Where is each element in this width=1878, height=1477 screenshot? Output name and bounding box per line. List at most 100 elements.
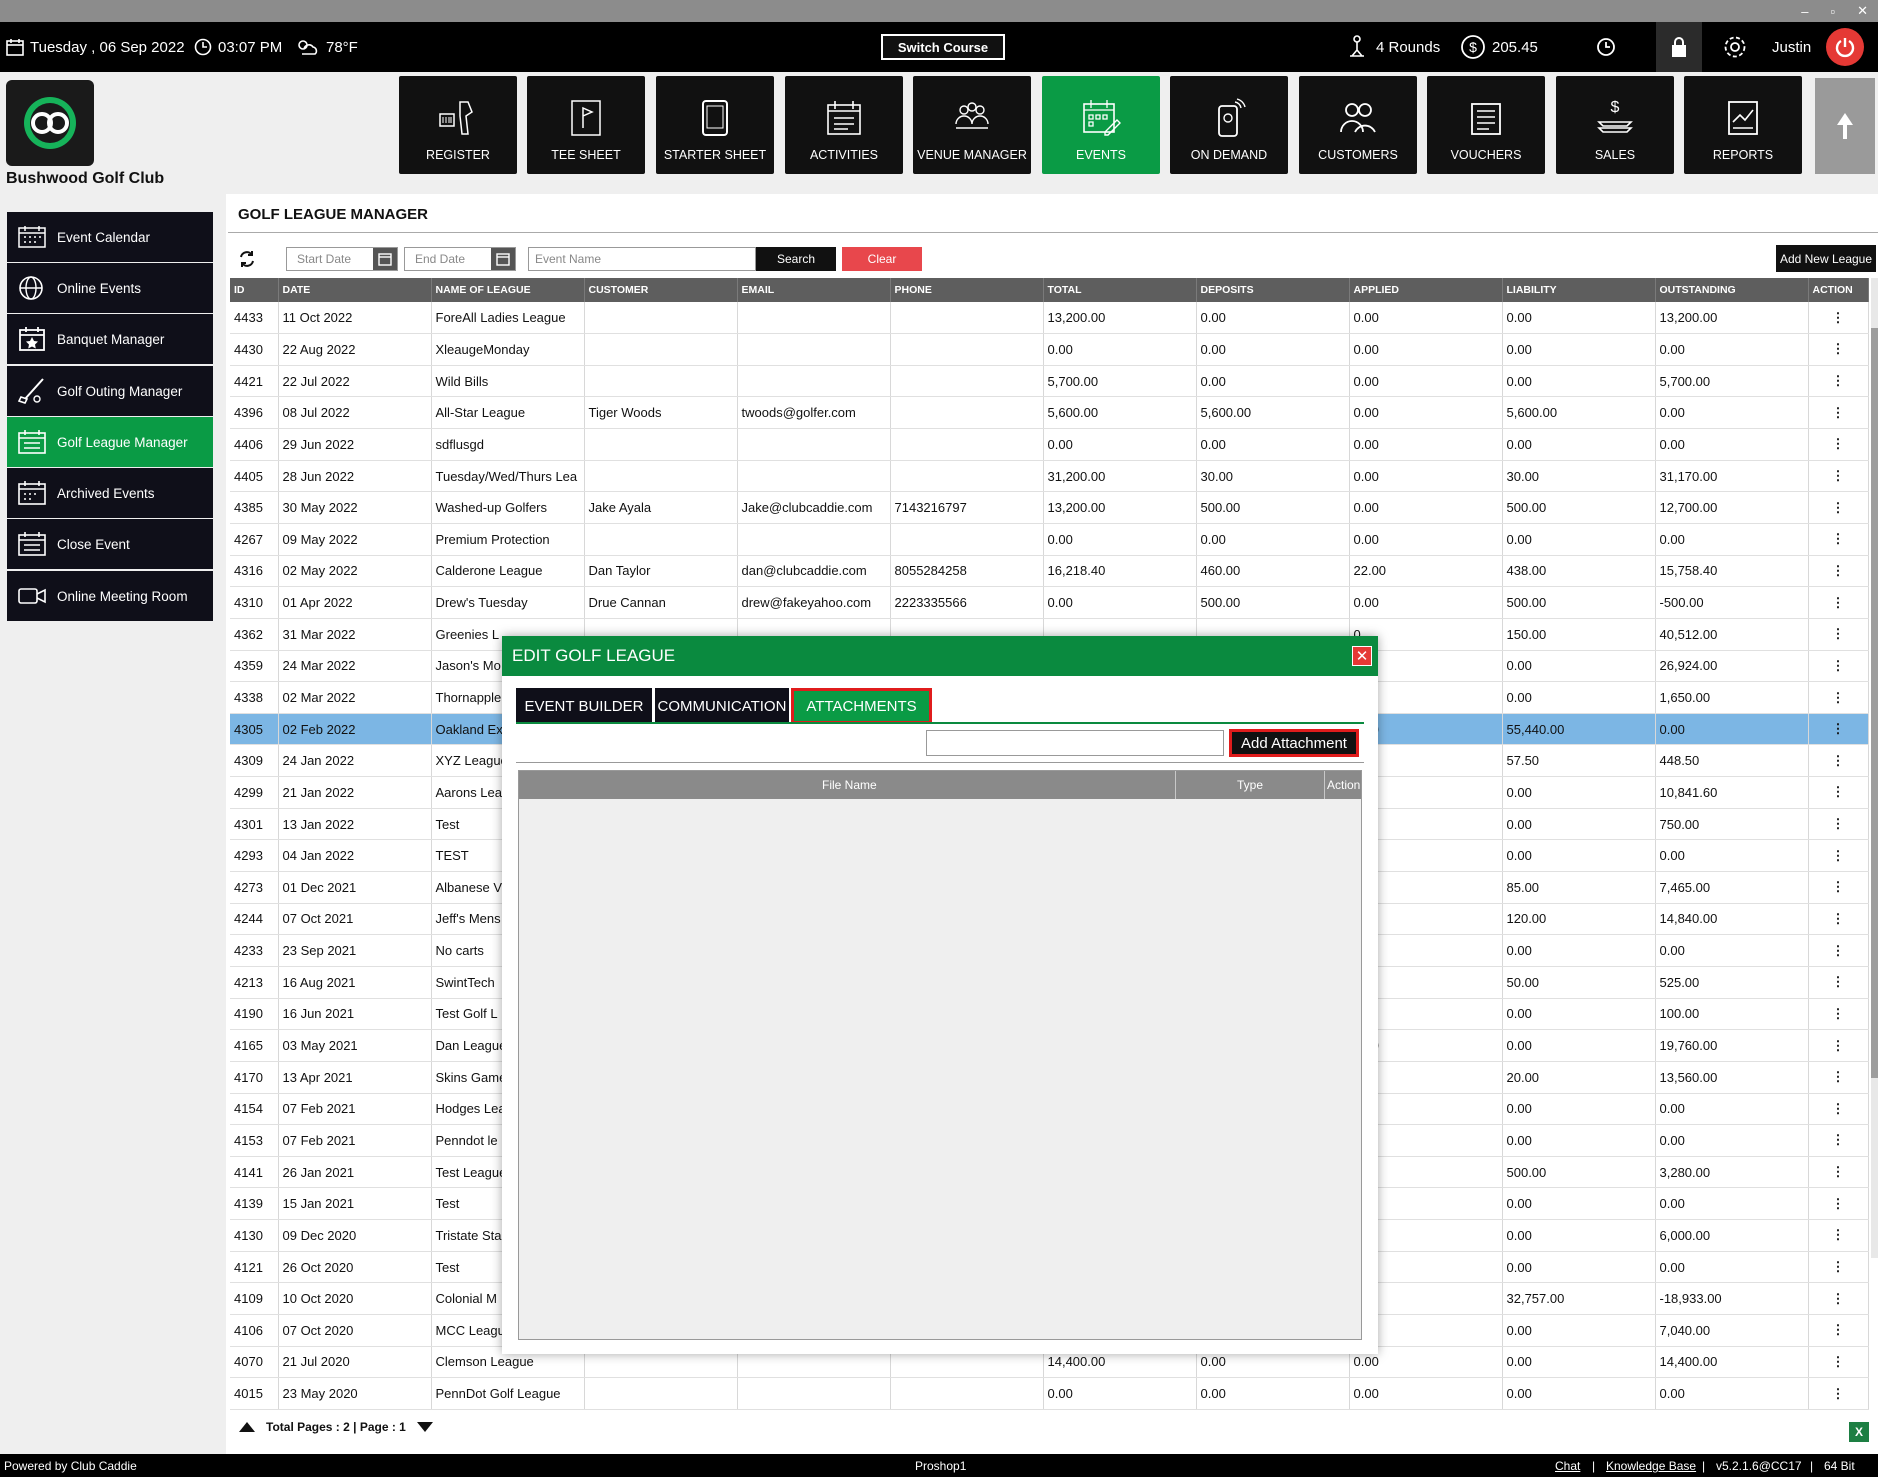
row-action-menu-icon[interactable]: ⋮ bbox=[1808, 1093, 1869, 1126]
add-attachment-button[interactable]: Add Attachment bbox=[1229, 729, 1359, 757]
row-action-menu-icon[interactable]: ⋮ bbox=[1808, 839, 1869, 873]
sidebar-item-event-calendar[interactable]: Event Calendar bbox=[7, 212, 213, 262]
rounds-display[interactable]: 4 Rounds bbox=[1344, 22, 1440, 72]
end-date-input[interactable]: End Date bbox=[404, 247, 516, 271]
sidebar-item-banquet-manager[interactable]: Banquet Manager bbox=[7, 314, 213, 364]
attachment-file-input[interactable] bbox=[926, 730, 1224, 756]
row-action-menu-icon[interactable]: ⋮ bbox=[1808, 1346, 1869, 1379]
tab-event-builder[interactable]: EVENT BUILDER bbox=[516, 688, 652, 724]
row-action-menu-icon[interactable]: ⋮ bbox=[1808, 365, 1869, 398]
table-row[interactable]: 4405 28 Jun 2022 Tuesday/Wed/Thurs Lea 31,2… bbox=[230, 460, 1869, 493]
nav-on-demand[interactable]: ON DEMAND bbox=[1170, 76, 1288, 174]
table-row[interactable]: 4310 01 Apr 2022 Drew's Tuesday Drue Cannan… bbox=[230, 586, 1869, 619]
row-action-menu-icon[interactable]: ⋮ bbox=[1808, 1282, 1869, 1315]
table-row[interactable]: 4015 23 May 2020 PennDot Golf League 0.00 0.… bbox=[230, 1377, 1869, 1410]
switch-course-button[interactable]: Switch Course bbox=[881, 34, 1005, 60]
column-header[interactable]: ACTION bbox=[1808, 278, 1869, 302]
row-action-menu-icon[interactable]: ⋮ bbox=[1808, 871, 1869, 904]
table-row[interactable]: 4385 30 May 2022 Washed-up Golfers Jake Aya… bbox=[230, 491, 1869, 524]
column-header[interactable]: DATE bbox=[278, 278, 432, 302]
row-action-menu-icon[interactable]: ⋮ bbox=[1808, 966, 1869, 999]
column-header[interactable]: DEPOSITS bbox=[1196, 278, 1350, 302]
event-name-input[interactable]: Event Name bbox=[528, 247, 756, 271]
sidebar-item-golf-outing-manager[interactable]: Golf Outing Manager bbox=[7, 366, 213, 416]
row-action-menu-icon[interactable]: ⋮ bbox=[1808, 618, 1869, 651]
close-window-icon[interactable]: ✕ bbox=[1857, 3, 1868, 19]
table-row[interactable]: 4421 22 Jul 2022 Wild Bills 5,700.00 0.00 0.0… bbox=[230, 365, 1869, 398]
row-action-menu-icon[interactable]: ⋮ bbox=[1808, 1377, 1869, 1410]
row-action-menu-icon[interactable]: ⋮ bbox=[1808, 1061, 1869, 1094]
sidebar-item-online-meeting-room[interactable]: Online Meeting Room bbox=[7, 571, 213, 621]
row-action-menu-icon[interactable]: ⋮ bbox=[1808, 744, 1869, 778]
excel-export-icon[interactable]: X bbox=[1849, 1422, 1869, 1442]
column-header[interactable]: OUTSTANDING bbox=[1655, 278, 1809, 302]
calendar-picker-icon[interactable] bbox=[373, 248, 397, 270]
row-action-menu-icon[interactable]: ⋮ bbox=[1808, 555, 1869, 588]
row-action-menu-icon[interactable]: ⋮ bbox=[1808, 1124, 1869, 1157]
table-scrollbar[interactable] bbox=[1871, 278, 1878, 1258]
scroll-up-button[interactable] bbox=[1815, 78, 1875, 174]
page-prev-icon[interactable] bbox=[238, 1421, 256, 1433]
nav-reports[interactable]: REPORTS bbox=[1684, 76, 1802, 174]
row-action-menu-icon[interactable]: ⋮ bbox=[1808, 776, 1869, 809]
refresh-icon[interactable] bbox=[238, 250, 256, 268]
column-header[interactable]: ID bbox=[230, 278, 279, 302]
row-action-menu-icon[interactable]: ⋮ bbox=[1808, 1187, 1869, 1221]
logout-button[interactable] bbox=[1826, 28, 1864, 66]
nav-activities[interactable]: ACTIVITIES bbox=[785, 76, 903, 174]
calendar-picker-icon[interactable] bbox=[491, 248, 515, 270]
table-row[interactable]: 4316 02 May 2022 Calderone League Dan Taylo… bbox=[230, 555, 1869, 588]
column-header[interactable]: LIABILITY bbox=[1502, 278, 1656, 302]
tab-attachments[interactable]: ATTACHMENTS bbox=[791, 688, 932, 724]
nav-venue-manager[interactable]: VENUE MANAGER bbox=[913, 76, 1031, 174]
sidebar-item-close-event[interactable]: Close Event bbox=[7, 519, 213, 569]
row-action-menu-icon[interactable]: ⋮ bbox=[1808, 1156, 1869, 1189]
row-action-menu-icon[interactable]: ⋮ bbox=[1808, 903, 1869, 936]
row-action-menu-icon[interactable]: ⋮ bbox=[1808, 1314, 1869, 1347]
sidebar-item-archived-events[interactable]: Archived Events bbox=[7, 468, 213, 518]
row-action-menu-icon[interactable]: ⋮ bbox=[1808, 586, 1869, 619]
table-row[interactable]: 4430 22 Aug 2022 XleaugeMonday 0.00 0.00 0.00… bbox=[230, 333, 1869, 366]
table-row[interactable]: 4396 08 Jul 2022 All-Star League Tiger Wood… bbox=[230, 396, 1869, 430]
sidebar-item-golf-league-manager[interactable]: Golf League Manager bbox=[7, 417, 213, 467]
page-next-icon[interactable] bbox=[416, 1421, 434, 1433]
history-button[interactable] bbox=[1596, 22, 1616, 72]
scrollbar-thumb[interactable] bbox=[1871, 328, 1878, 1078]
clear-button[interactable]: Clear bbox=[842, 247, 922, 271]
nav-starter-sheet[interactable]: STARTER SHEET bbox=[656, 76, 774, 174]
search-button[interactable]: Search bbox=[756, 247, 836, 271]
nav-tee-sheet[interactable]: TEE SHEET bbox=[527, 76, 645, 174]
row-action-menu-icon[interactable]: ⋮ bbox=[1808, 1251, 1869, 1284]
column-header[interactable]: CUSTOMER bbox=[584, 278, 738, 302]
row-action-menu-icon[interactable]: ⋮ bbox=[1808, 302, 1869, 335]
user-name[interactable]: Justin bbox=[1772, 22, 1811, 72]
nav-vouchers[interactable]: VOUCHERS bbox=[1427, 76, 1545, 174]
sales-amount-display[interactable]: $ 205.45 bbox=[1460, 22, 1538, 72]
minimize-icon[interactable]: – bbox=[1801, 4, 1808, 19]
row-action-menu-icon[interactable]: ⋮ bbox=[1808, 523, 1869, 556]
table-row[interactable]: 4406 29 Jun 2022 sdflusgd 0.00 0.00 0.00 0.00 0… bbox=[230, 428, 1869, 461]
nav-customers[interactable]: CUSTOMERS bbox=[1299, 76, 1417, 174]
column-header[interactable]: PHONE bbox=[890, 278, 1044, 302]
row-action-menu-icon[interactable]: ⋮ bbox=[1808, 396, 1869, 430]
row-action-menu-icon[interactable]: ⋮ bbox=[1808, 650, 1869, 683]
nav-sales[interactable]: $ SALES bbox=[1556, 76, 1674, 174]
table-row[interactable]: 4267 09 May 2022 Premium Protection 0.00 0.0… bbox=[230, 523, 1869, 556]
knowledge-base-link[interactable]: Knowledge Base bbox=[1606, 1459, 1696, 1473]
column-header[interactable]: NAME OF LEAGUE bbox=[431, 278, 585, 302]
settings-button[interactable] bbox=[1722, 22, 1748, 72]
tab-communication[interactable]: COMMUNICATION bbox=[655, 688, 789, 724]
row-action-menu-icon[interactable]: ⋮ bbox=[1808, 460, 1869, 493]
start-date-input[interactable]: Start Date bbox=[286, 247, 398, 271]
row-action-menu-icon[interactable]: ⋮ bbox=[1808, 428, 1869, 461]
nav-events[interactable]: EVENTS bbox=[1042, 76, 1160, 174]
column-header[interactable]: EMAIL bbox=[737, 278, 891, 302]
table-row[interactable]: 4433 11 Oct 2022 ForeAll Ladies League 13,2… bbox=[230, 302, 1869, 335]
sidebar-item-online-events[interactable]: Online Events bbox=[7, 263, 213, 313]
row-action-menu-icon[interactable]: ⋮ bbox=[1808, 713, 1869, 746]
row-action-menu-icon[interactable]: ⋮ bbox=[1808, 1029, 1869, 1062]
row-action-menu-icon[interactable]: ⋮ bbox=[1808, 998, 1869, 1031]
nav-register[interactable]: REGISTER bbox=[399, 76, 517, 174]
row-action-menu-icon[interactable]: ⋮ bbox=[1808, 681, 1869, 714]
row-action-menu-icon[interactable]: ⋮ bbox=[1808, 1219, 1869, 1252]
